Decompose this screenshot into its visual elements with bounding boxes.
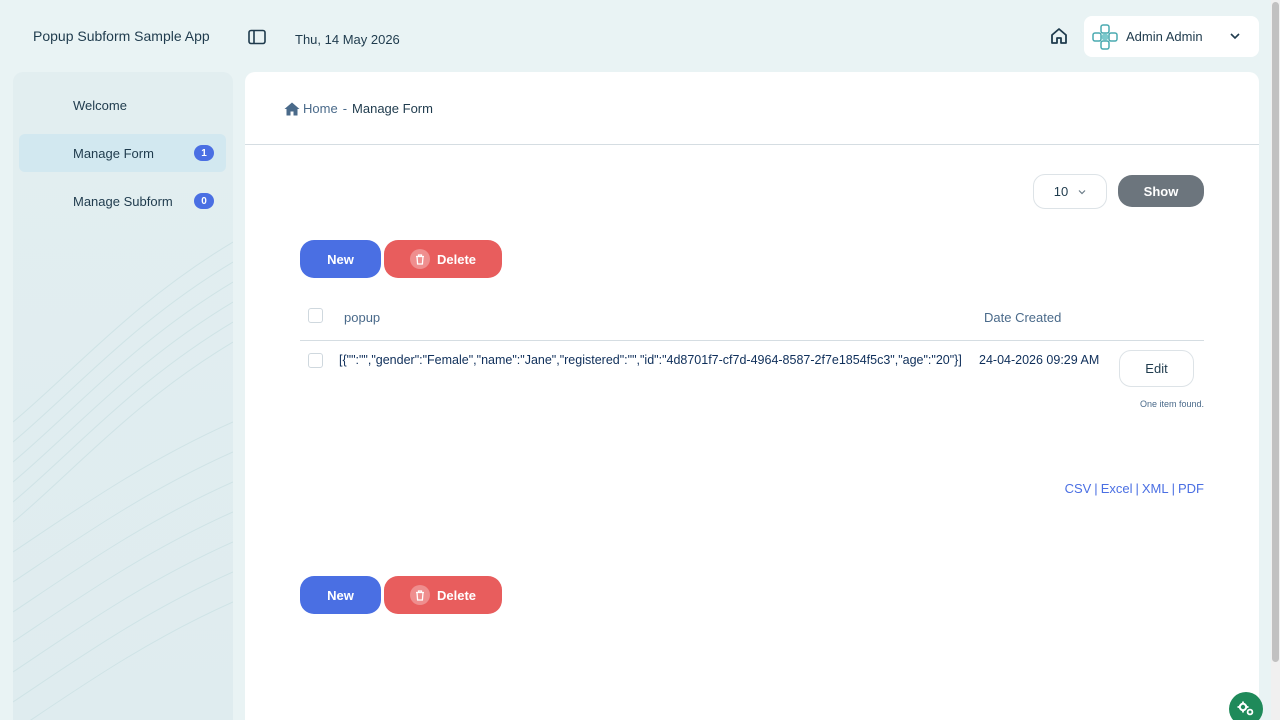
home-icon [284,102,300,115]
sidebar-wave-decoration [13,241,233,720]
trash-icon [409,585,430,605]
settings-fab[interactable] [1229,692,1263,720]
delete-button[interactable]: Delete [384,240,502,278]
export-links: CSV | Excel | XML | PDF [1064,481,1204,496]
export-pdf-link[interactable]: PDF [1178,481,1204,496]
breadcrumb-current: Manage Form [352,101,433,116]
sidebar-item-manage-form[interactable]: Manage Form 1 [19,134,226,172]
new-button-bottom[interactable]: New [300,576,381,614]
column-header-date-created[interactable]: Date Created [984,310,1061,325]
user-name: Admin Admin [1126,29,1203,44]
count-badge: 0 [194,193,214,209]
new-button[interactable]: New [300,240,381,278]
delete-button-label: Delete [436,587,477,603]
scrollbar-thumb[interactable] [1272,2,1279,662]
per-page-value: 10 [1053,184,1069,199]
chevron-down-icon [1230,33,1240,40]
export-csv-link[interactable]: CSV [1065,481,1092,496]
delete-button-bottom[interactable]: Delete [384,576,502,614]
trash-icon [409,249,430,269]
cell-date-created: 24-04-2026 09:29 AM [979,353,1100,367]
sidebar-toggle-icon[interactable] [248,29,266,45]
user-menu[interactable]: Admin Admin [1084,16,1259,57]
divider [245,144,1259,145]
show-button[interactable]: Show [1118,175,1204,207]
header-date: Thu, 14 May 2026 [295,32,400,47]
export-xml-link[interactable]: XML [1142,481,1169,496]
export-excel-link[interactable]: Excel [1101,481,1133,496]
cell-popup: [{"":"","gender":"Female","name":"Jane",… [339,353,962,367]
main-panel: Home - Manage Form 10 Show New Delete po… [245,72,1259,720]
sidebar-item-label: Manage Form [73,145,154,161]
per-page-select[interactable]: 10 [1033,174,1107,209]
edit-button[interactable]: Edit [1119,350,1194,387]
avatar [1092,23,1118,50]
app-title: Popup Subform Sample App [33,28,210,44]
home-icon[interactable] [1049,26,1069,46]
select-all-checkbox[interactable] [308,308,323,323]
breadcrumb: Home - Manage Form [284,101,433,116]
row-checkbox[interactable] [308,353,323,368]
sidebar-item-label: Welcome [73,97,127,113]
sidebar-item-manage-subform[interactable]: Manage Subform 0 [19,182,226,220]
count-badge: 1 [194,145,214,161]
sidebar-item-welcome[interactable]: Welcome [19,86,226,124]
breadcrumb-separator: - [342,101,348,116]
column-header-popup[interactable]: popup [344,310,380,325]
delete-button-label: Delete [436,251,477,267]
table-divider [300,340,1204,341]
chevron-down-icon [1078,189,1086,194]
scrollbar[interactable] [1271,0,1280,720]
sidebar-item-label: Manage Subform [73,193,173,209]
result-count: One item found. [1139,399,1204,409]
sidebar: Welcome Manage Form 1 Manage Subform 0 [13,72,233,720]
breadcrumb-home-link[interactable]: Home [303,101,338,116]
gears-icon [1237,701,1254,716]
